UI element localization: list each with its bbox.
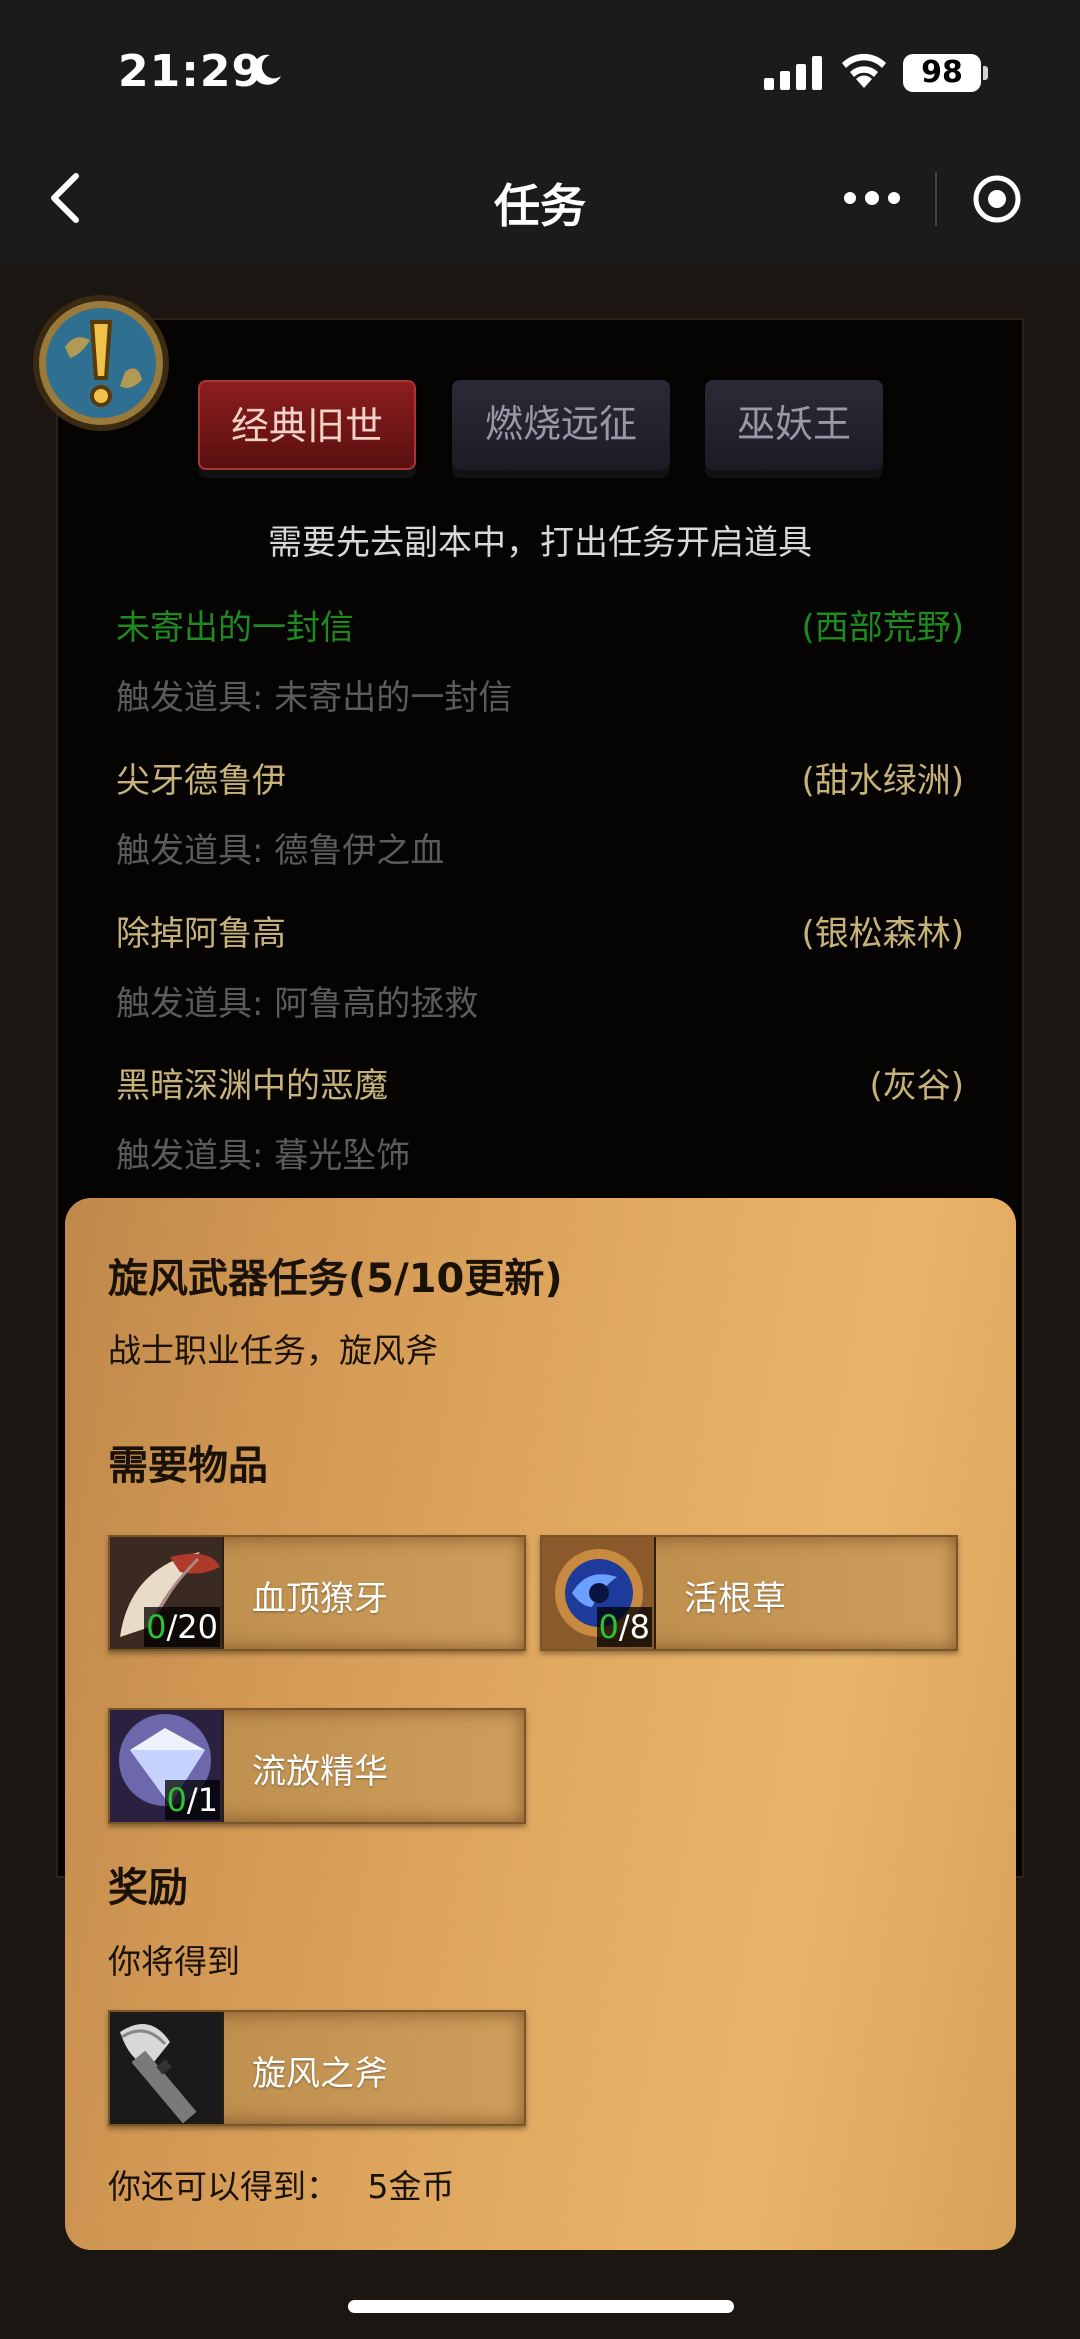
more-dots-icon[interactable] xyxy=(840,180,904,216)
quest-trigger-item: 触发道具: 阿鲁高的拯救 xyxy=(116,984,479,1024)
axe-icon xyxy=(110,2012,224,2124)
item-count: 0/20 xyxy=(144,1607,220,1647)
required-item-slot[interactable]: 0/1 流放精华 xyxy=(108,1708,526,1824)
quest-trigger-item: 触发道具: 未寄出的一封信 xyxy=(116,678,513,718)
liferoot-icon: 0/8 xyxy=(542,1537,656,1649)
required-item-slot[interactable]: 0/8 活根草 xyxy=(540,1535,958,1651)
fang-icon: 0/20 xyxy=(110,1537,224,1649)
item-name: 流放精华 xyxy=(252,1752,388,1792)
quest-detail-subtitle: 战士职业任务，旋风斧 xyxy=(108,1331,438,1370)
extra-reward-value: 5金币 xyxy=(367,2167,455,2206)
reward-item-slot[interactable]: 旋风之斧 xyxy=(108,2010,526,2126)
quest-exclamation-icon xyxy=(33,295,169,431)
battery-tip xyxy=(983,66,988,80)
moon-icon xyxy=(252,54,281,85)
tab-lich-king[interactable]: 巫妖王 xyxy=(705,380,883,470)
quest-detail-title: 旋风武器任务(5/10更新) xyxy=(108,1256,563,1302)
reward-heading: 奖励 xyxy=(108,1865,188,1911)
essence-icon: 0/1 xyxy=(110,1710,224,1822)
required-item-slot[interactable]: 0/20 血顶獠牙 xyxy=(108,1535,526,1651)
battery-level: 98 xyxy=(903,54,981,92)
item-count: 0/1 xyxy=(164,1780,220,1820)
extra-reward-label: 你还可以得到： xyxy=(108,2167,339,2206)
home-indicator xyxy=(348,2300,734,2313)
tab-burning-crusade[interactable]: 燃烧远征 xyxy=(452,380,670,470)
item-name: 活根草 xyxy=(684,1579,786,1619)
quest-zone: (灰谷) xyxy=(869,1066,964,1106)
quest-trigger-item: 触发道具: 德鲁伊之血 xyxy=(116,831,445,871)
required-items-heading: 需要物品 xyxy=(108,1443,268,1489)
quest-name[interactable]: 尖牙德鲁伊 xyxy=(116,753,286,802)
extra-reward: 你还可以得到： 5金币 xyxy=(108,2160,455,2208)
status-time: 21:29 xyxy=(118,46,264,97)
item-name: 血顶獠牙 xyxy=(252,1579,388,1619)
quest-name[interactable]: 未寄出的一封信 xyxy=(116,600,354,649)
quest-name[interactable]: 除掉阿鲁高 xyxy=(116,906,286,955)
quest-zone: (银松森林) xyxy=(801,914,964,954)
quest-zone: (甜水绿洲) xyxy=(801,761,964,801)
cellular-signal-icon xyxy=(764,56,822,90)
item-count: 0/8 xyxy=(596,1607,652,1647)
instruction-hint: 需要先去副本中，打出任务开启道具 xyxy=(268,523,812,563)
close-miniprogram-icon[interactable] xyxy=(972,174,1022,224)
tab-classic[interactable]: 经典旧世 xyxy=(198,380,416,470)
quest-zone: (西部荒野) xyxy=(801,608,964,648)
reward-subtitle: 你将得到 xyxy=(108,1942,240,1981)
wifi-icon xyxy=(842,53,886,88)
capsule-divider xyxy=(935,172,937,226)
page-title: 任务 xyxy=(494,179,586,233)
quest-name[interactable]: 黑暗深渊中的恶魔 xyxy=(116,1058,388,1107)
item-name: 旋风之斧 xyxy=(252,2054,388,2094)
quest-trigger-item: 触发道具: 暮光坠饰 xyxy=(116,1136,411,1176)
